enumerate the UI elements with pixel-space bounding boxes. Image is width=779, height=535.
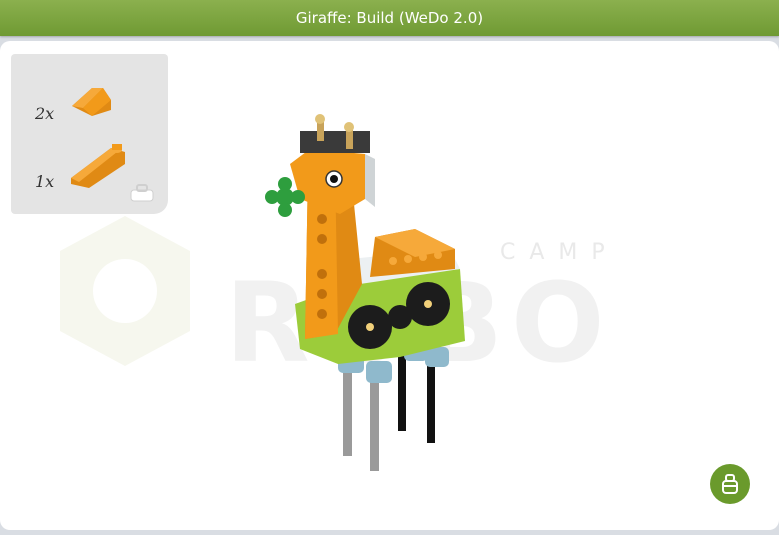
part-quantity: 2x [35,104,55,123]
bag-button[interactable] [710,464,750,504]
parts-list-panel: 2x 1x [11,54,168,214]
part-item: 2x [11,74,168,134]
window-title: Giraffe: Build (WeDo 2.0) [295,9,484,27]
bag-icon [130,184,154,202]
build-canvas: CAMP ROBO 2x 1x [0,41,779,530]
giraffe-model-image [265,114,465,471]
window-title-bar: Giraffe: Build (WeDo 2.0) [0,0,779,36]
orange-slope-brick-long-icon [71,144,125,188]
orange-slope-brick-small-icon [72,88,111,116]
part-quantity: 1x [35,172,55,191]
bag-icon [722,474,738,494]
